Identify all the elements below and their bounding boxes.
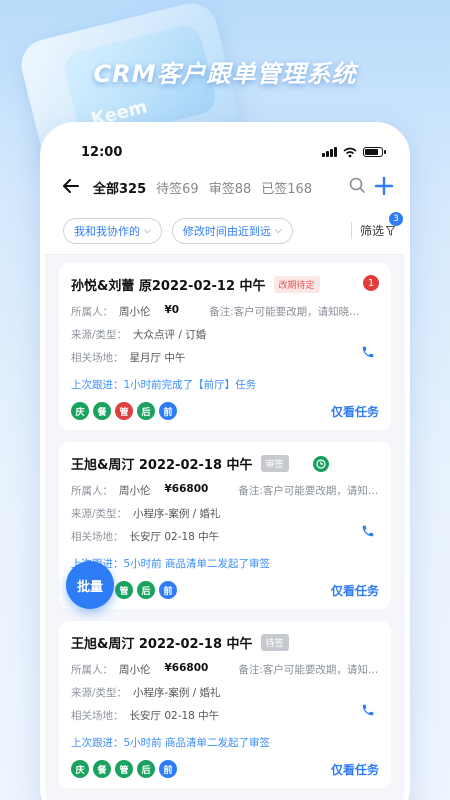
filter-button[interactable]: 筛选 3	[350, 212, 403, 239]
order-card[interactable]: 王旭&周汀 2022-02-18 中午 待签 所属人： 周小伦 ¥66800 备注:客…	[59, 621, 391, 788]
dept-badge: 前	[159, 402, 177, 420]
tab-signed[interactable]: 已签168	[261, 178, 312, 197]
top-nav: 全部325 待签69 审签88 已签168	[45, 167, 405, 207]
filter-count-badge: 3	[389, 212, 403, 226]
phone-icon[interactable]	[361, 524, 375, 542]
dept-badge: 餐	[93, 760, 111, 778]
add-icon[interactable]	[374, 175, 394, 199]
last-followup: 上次跟进：1小时前完成了【前厅】任务	[71, 379, 257, 391]
tab-all[interactable]: 全部325	[93, 178, 146, 197]
dept-badge: 后	[137, 581, 155, 599]
order-card[interactable]: 孙悦&刘蕾 原2022-02-12 中午 改期待定 1 所属人： 周小伦 ¥0 备注:…	[59, 263, 391, 430]
search-icon[interactable]	[349, 177, 365, 197]
status-tag: 审签	[260, 455, 289, 472]
dept-badge: 庆	[71, 760, 89, 778]
scope-dropdown[interactable]: 我和我协作的 ⌵	[63, 217, 162, 244]
dept-badge: 管	[115, 402, 133, 420]
dept-badge: 餐	[93, 402, 111, 420]
dept-badge: 后	[137, 402, 155, 420]
filter-icon	[386, 225, 395, 236]
view-task-link[interactable]: 仅看任务	[331, 761, 379, 778]
battery-icon	[363, 147, 386, 157]
status-bar: 12:00	[45, 127, 405, 167]
sort-dropdown[interactable]: 修改时间由近到远 ⌵	[171, 217, 293, 244]
dept-badge: 管	[115, 760, 133, 778]
view-task-link[interactable]: 仅看任务	[331, 582, 379, 599]
card-title: 王旭&周汀 2022-02-18 中午	[71, 458, 253, 473]
chevron-down-icon: ⌵	[144, 225, 151, 236]
dept-badge: 前	[159, 581, 177, 599]
last-followup: 上次跟进：5小时前 商品清单二发起了审签	[71, 558, 271, 570]
status-icons	[322, 147, 386, 158]
dept-badge: 庆	[71, 402, 89, 420]
status-time: 12:00	[81, 144, 123, 160]
order-list: 孙悦&刘蕾 原2022-02-12 中午 改期待定 1 所属人： 周小伦 ¥0 备注:…	[45, 255, 405, 800]
dept-badge: 后	[137, 760, 155, 778]
dept-badge: 前	[159, 760, 177, 778]
card-title: 孙悦&刘蕾 原2022-02-12 中午	[71, 279, 266, 294]
dept-badge: 管	[115, 581, 133, 599]
phone-frame: 12:00 全部325 待签69 审签88 已签168 我和我协作的 ⌵ 修改时…	[40, 122, 410, 800]
signal-icon	[322, 147, 337, 157]
back-arrow-icon[interactable]	[63, 177, 83, 198]
phone-icon[interactable]	[361, 703, 375, 721]
chevron-down-icon: ⌵	[274, 225, 282, 236]
last-followup: 上次跟进：5小时前 商品清单二发起了审签	[71, 737, 271, 749]
hero-title: CRM客户跟单管理系统	[93, 60, 357, 88]
phone-icon[interactable]	[361, 345, 375, 363]
view-task-link[interactable]: 仅看任务	[331, 403, 379, 420]
status-tag: 待签	[260, 634, 289, 651]
card-title: 王旭&周汀 2022-02-18 中午	[71, 637, 253, 652]
clock-icon	[312, 455, 329, 472]
filter-bar: 我和我协作的 ⌵ 修改时间由近到远 ⌵ 筛选 3	[45, 207, 405, 255]
tab-pending-sign[interactable]: 待签69	[156, 178, 199, 197]
unread-count-badge: 1	[363, 275, 379, 291]
tab-review-sign[interactable]: 审签88	[209, 178, 252, 197]
status-tag: 改期待定	[273, 276, 320, 293]
batch-button[interactable]: 批量	[66, 561, 114, 609]
wifi-icon	[343, 147, 357, 157]
